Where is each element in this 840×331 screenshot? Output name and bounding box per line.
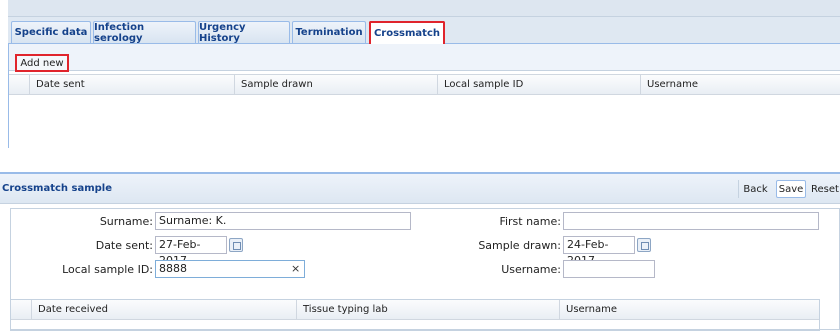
spacer [0, 148, 840, 172]
local-sample-id-field[interactable]: 8888 [155, 260, 305, 278]
crossmatch-sample-panel: Crossmatch sample Back Save Reset Surnam… [0, 172, 840, 331]
column-date-received[interactable]: Date received [31, 300, 296, 320]
grid-header: Date sent Sample drawn Local sample ID U… [9, 74, 840, 95]
panel-title: Crossmatch sample [2, 183, 113, 194]
calendar-icon[interactable] [637, 238, 651, 252]
column-date-sent[interactable]: Date sent [29, 75, 234, 95]
panel-header: Crossmatch sample Back Save Reset [0, 174, 840, 204]
sample-drawn-label: Sample drawn: [478, 239, 561, 252]
grid-toolbar: Add new [9, 44, 840, 72]
first-name-field[interactable] [563, 212, 819, 230]
tab-specific-data[interactable]: Specific data [11, 21, 91, 43]
received-grid: Date received Tissue typing lab Username [10, 299, 820, 331]
top-bar [8, 0, 840, 17]
sample-drawn-field[interactable]: 24-Feb-2017 [563, 236, 635, 267]
add-new-button[interactable]: Add new [15, 54, 69, 72]
tab-strip: Specific data Infection serology Urgency… [8, 17, 840, 44]
column-sample-drawn[interactable]: Sample drawn [234, 75, 437, 95]
local-sample-id-label: Local sample ID: [62, 263, 153, 276]
surname-label: Surname: [99, 215, 153, 228]
surname-field[interactable]: Surname: K. [155, 212, 411, 230]
crossmatch-grid: Add new Date sent Sample drawn Local sam… [8, 44, 840, 148]
column-local-sample-id[interactable]: Local sample ID [437, 75, 640, 95]
column-username[interactable]: Username [559, 300, 819, 320]
reset-button[interactable]: Reset [810, 180, 840, 198]
date-sent-label: Date sent: [95, 239, 153, 252]
username-label: Username: [501, 263, 561, 276]
column-tissue-typing-lab[interactable]: Tissue typing lab [296, 300, 559, 320]
tab-crossmatch[interactable]: Crossmatch [369, 21, 445, 44]
date-sent-field[interactable]: 27-Feb-2017 [155, 236, 227, 267]
username-field[interactable] [563, 260, 655, 278]
column-username[interactable]: Username [640, 75, 840, 95]
back-button[interactable]: Back [738, 180, 772, 198]
tab-termination[interactable]: Termination [292, 21, 366, 43]
tab-infection-serology[interactable]: Infection serology [93, 21, 196, 44]
first-name-label: First name: [499, 215, 561, 228]
save-button[interactable]: Save [776, 180, 806, 198]
received-grid-header: Date received Tissue typing lab Username [11, 300, 819, 320]
tab-urgency-history[interactable]: Urgency History [198, 21, 290, 44]
calendar-icon[interactable] [229, 238, 243, 252]
clear-icon[interactable]: × [291, 262, 300, 275]
